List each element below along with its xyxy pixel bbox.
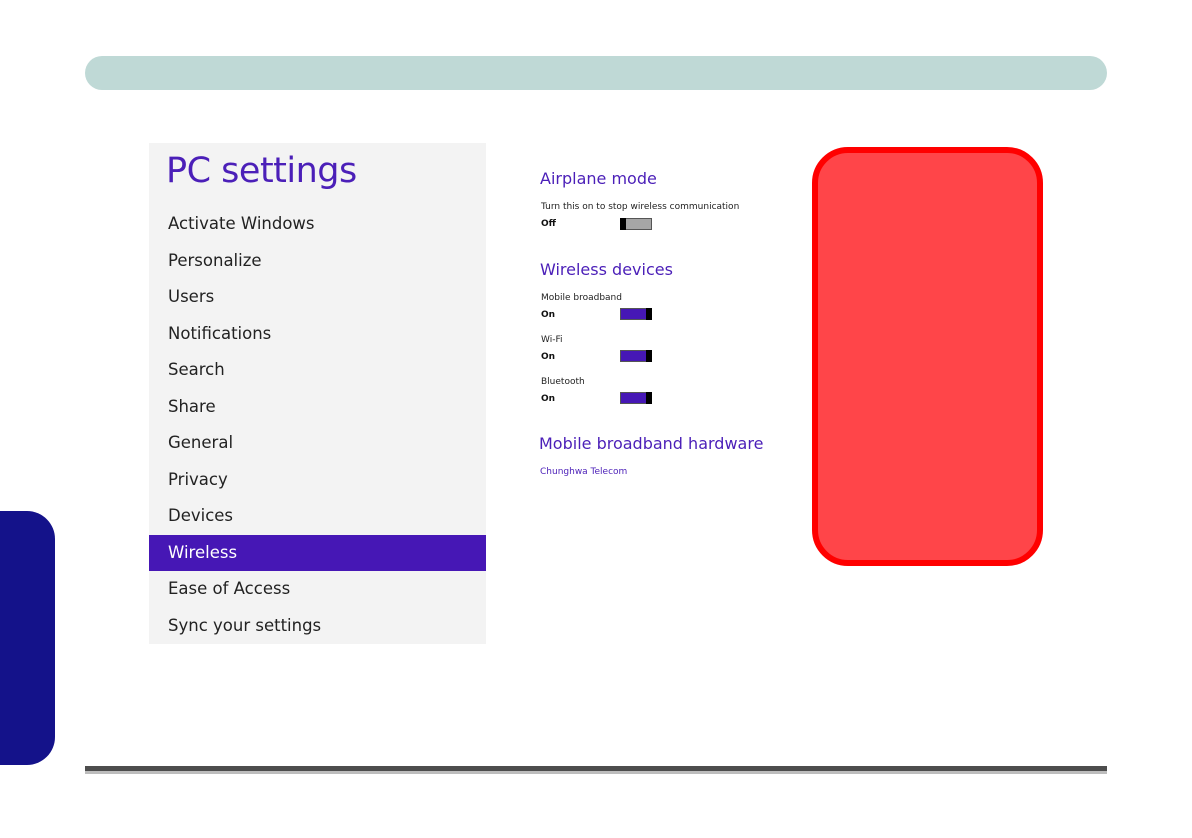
- nav-item-sync-settings[interactable]: Sync your settings: [149, 608, 486, 645]
- mobile-broadband-state: On: [541, 310, 556, 320]
- settings-nav-pane: PC settings Activate Windows Personalize…: [149, 143, 486, 644]
- bluetooth-label: Bluetooth: [541, 377, 585, 387]
- nav-item-privacy[interactable]: Privacy: [149, 462, 486, 499]
- chunghwa-telecom-link[interactable]: Chunghwa Telecom: [540, 467, 627, 477]
- nav-item-notifications[interactable]: Notifications: [149, 316, 486, 353]
- footer-rule: [85, 766, 1107, 774]
- mobile-broadband-label: Mobile broadband: [541, 293, 622, 303]
- nav-list: Activate Windows Personalize Users Notif…: [149, 206, 486, 644]
- header-bar: [85, 56, 1107, 90]
- airplane-mode-toggle[interactable]: [620, 218, 652, 230]
- wireless-devices-heading: Wireless devices: [540, 260, 673, 279]
- toggle-knob: [646, 392, 652, 404]
- wifi-label: Wi-Fi: [541, 335, 563, 345]
- page-title: PC settings: [166, 151, 357, 191]
- nav-item-share[interactable]: Share: [149, 389, 486, 426]
- nav-item-general[interactable]: General: [149, 425, 486, 462]
- nav-item-search[interactable]: Search: [149, 352, 486, 389]
- airplane-mode-description: Turn this on to stop wireless communicat…: [541, 202, 740, 212]
- nav-item-activate-windows[interactable]: Activate Windows: [149, 206, 486, 243]
- airplane-mode-state: Off: [541, 219, 556, 229]
- airplane-mode-heading: Airplane mode: [540, 169, 657, 188]
- nav-item-wireless[interactable]: Wireless: [149, 534, 486, 571]
- nav-item-ease-of-access[interactable]: Ease of Access: [149, 571, 486, 608]
- nav-item-personalize[interactable]: Personalize: [149, 243, 486, 280]
- nav-item-devices[interactable]: Devices: [149, 498, 486, 535]
- broadband-hardware-heading: Mobile broadband hardware: [539, 434, 764, 453]
- wifi-state: On: [541, 352, 556, 362]
- bluetooth-toggle[interactable]: [620, 392, 652, 404]
- side-tab: [0, 511, 55, 765]
- bluetooth-state: On: [541, 394, 556, 404]
- nav-item-users[interactable]: Users: [149, 279, 486, 316]
- toggle-knob: [646, 308, 652, 320]
- toggle-knob: [620, 218, 626, 230]
- callout-box: [812, 147, 1043, 566]
- wifi-toggle[interactable]: [620, 350, 652, 362]
- toggle-knob: [646, 350, 652, 362]
- mobile-broadband-toggle[interactable]: [620, 308, 652, 320]
